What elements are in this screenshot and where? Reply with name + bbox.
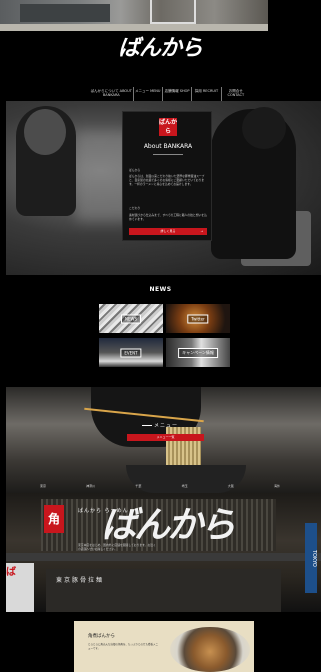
tab-saitama[interactable]: 埼玉 — [182, 484, 188, 488]
tab-osaka[interactable]: 大阪 — [228, 484, 234, 488]
nav-item-about[interactable]: ばんからについて ABOUT BANKARA — [90, 87, 133, 101]
nav-item-menu[interactable]: メニュー MENU — [132, 87, 162, 101]
brand-logo[interactable]: ばんから — [118, 30, 203, 62]
menu-heading: メニュー — [154, 423, 179, 429]
tab-overseas[interactable]: 海外 — [274, 484, 280, 488]
divider — [153, 154, 183, 155]
about-sub-text: 素材選びから仕込みまで、すべての工程に職人の技と想いを込めています。 — [129, 213, 207, 221]
news-heading: NEWS — [149, 286, 172, 293]
about-lead-text: ばんからは、創業以来こだわり抜いた濃厚な豚骨醤油スープと、自家製の太麺で多くのお… — [129, 174, 205, 186]
tab-kanagawa[interactable]: 神奈川 — [86, 484, 95, 488]
news-tile-label: キャンペーン情報 — [178, 347, 218, 358]
shop-left-sign: ば — [6, 563, 34, 612]
news-tile-event[interactable]: EVENT — [99, 338, 163, 367]
shop-photo: 角 ばんから 東京豚骨拉麺 ば TOKYO — [6, 493, 321, 612]
recipe-heading: 角煮ばんから — [88, 634, 115, 639]
shop-area-tabs: 東京 神奈川 千葉 埼玉 大阪 海外 — [40, 484, 280, 488]
about-more-button[interactable]: 詳しく見る → — [129, 228, 207, 235]
tab-tokyo[interactable]: 東京 — [40, 484, 46, 488]
news-tile-campaign[interactable]: キャンペーン情報 — [166, 338, 230, 367]
ramen-photo — [170, 627, 250, 672]
main-nav: ばんからについて ABOUT BANKARA メニュー MENU 店舗情報 SH… — [90, 87, 250, 101]
about-more-label: 詳しく見る — [160, 229, 176, 233]
recipe-text: とろとろに煮込んだ自慢の角煮を、たっぷりとのせた看板メニューです。 — [88, 643, 158, 650]
news-tile-label: EVENT — [120, 348, 142, 357]
news-tile-label: NEWS — [120, 314, 142, 323]
brand-badge: ばんから — [159, 118, 178, 136]
tab-chiba[interactable]: 千葉 — [135, 484, 141, 488]
shop-sign-text: ばんから — [101, 504, 236, 546]
about-card: ばんから About BANKARA ばんから ばんからは、創業以来こだわり抜い… — [122, 111, 212, 241]
news-tile-label: Twitter — [187, 314, 209, 323]
news-tile-twitter[interactable]: Twitter — [166, 304, 230, 333]
news-tile-news[interactable]: NEWS — [99, 304, 163, 333]
nav-item-contact[interactable]: お問合せ CONTACT — [220, 87, 250, 101]
nav-item-shop[interactable]: 店舗情報 SHOP — [161, 87, 191, 101]
recipe-card[interactable]: 角煮ばんから とろとろに煮込んだ自慢の角煮を、たっぷりとのせた看板メニューです。 — [74, 621, 254, 672]
about-sub-heading: こだわり — [129, 206, 141, 210]
menu-list-button[interactable]: メニュー一覧 — [127, 434, 204, 441]
shop-heading: ばんから らーめん — [78, 508, 129, 514]
about-title: About BANKARA — [143, 143, 193, 150]
nav-item-recruit[interactable]: 採用 RECRUIT — [191, 87, 220, 101]
about-lead-heading: ばんから — [129, 168, 141, 172]
top-photo — [0, 0, 268, 31]
shop-text: 東京本店をはじめ、国内外に店舗を展開しております。お近くの店舗へぜひお越しくださ… — [78, 543, 156, 551]
divider — [142, 425, 152, 426]
arrow-right-icon: → — [200, 229, 203, 233]
shop-lower-sign: 東京豚骨拉麺 — [56, 577, 105, 584]
shop-tokyo-sign: TOKYO — [305, 523, 317, 593]
shop-red-sign: 角 — [44, 505, 64, 533]
